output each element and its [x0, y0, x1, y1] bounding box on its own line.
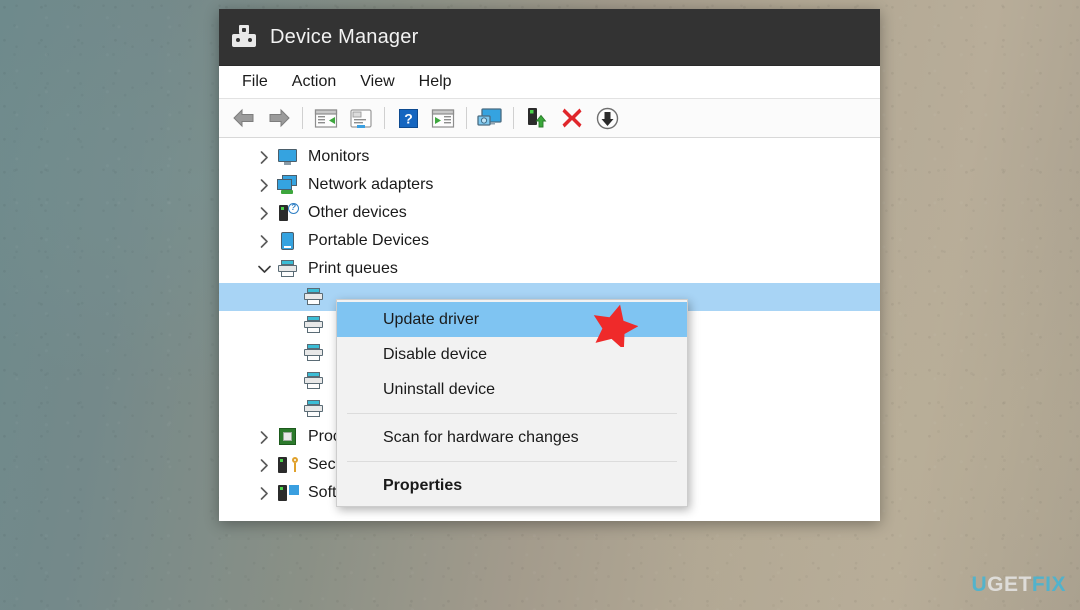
properties-button[interactable] [344, 103, 378, 133]
software-component-icon [277, 483, 299, 503]
scan-hardware-changes-button[interactable] [473, 103, 507, 133]
action-pane-icon [431, 108, 455, 128]
chevron-right-icon[interactable] [255, 486, 273, 500]
chevron-right-icon[interactable] [255, 234, 273, 248]
watermark-part-3: FIX [1031, 573, 1066, 596]
tree-node-network-adapters[interactable]: Network adapters [219, 171, 880, 199]
help-button[interactable]: ? [391, 103, 425, 133]
properties-window-icon [350, 108, 372, 128]
tree-node-portable-devices[interactable]: Portable Devices [219, 227, 880, 255]
menu-item-action[interactable]: Action [280, 70, 348, 94]
chevron-down-icon[interactable] [255, 265, 273, 274]
context-menu-separator [347, 461, 677, 462]
chevron-right-icon[interactable] [255, 206, 273, 220]
back-button[interactable] [227, 103, 261, 133]
desktop-background: Device Manager File Action View Help ? M… [0, 0, 1080, 610]
toolbar: ? [219, 99, 880, 138]
processor-icon [277, 427, 299, 447]
back-arrow-icon [233, 108, 254, 128]
question-mark-icon: ? [398, 108, 418, 128]
portable-device-icon [277, 231, 299, 251]
network-adapter-icon [277, 175, 299, 195]
computer-scan-icon [477, 108, 502, 126]
tree-node-label: Other devices [308, 204, 407, 221]
monitor-icon [277, 147, 299, 167]
printer-icon [303, 371, 325, 391]
other-device-icon: ? [277, 203, 299, 223]
forward-arrow-icon [269, 108, 290, 128]
tree-node-print-queues[interactable]: Print queues [219, 255, 880, 283]
context-menu-separator [347, 413, 677, 414]
tree-node-label: Portable Devices [308, 232, 429, 249]
chevron-right-icon[interactable] [255, 178, 273, 192]
menu-bar: File Action View Help [219, 66, 880, 99]
disable-device-button[interactable] [590, 103, 624, 133]
tree-node-other-devices[interactable]: ? Other devices [219, 199, 880, 227]
printer-icon [303, 399, 325, 419]
watermark-part-2: GET [987, 573, 1032, 596]
chevron-right-icon[interactable] [255, 430, 273, 444]
printer-icon [303, 343, 325, 363]
menu-item-file[interactable]: File [230, 70, 280, 94]
context-menu-item-scan-for-hardware-changes[interactable]: Scan for hardware changes [337, 420, 687, 455]
tree-node-label: Network adapters [308, 176, 434, 193]
tree-node-label: Monitors [308, 148, 370, 165]
watermark-part-1: U [971, 573, 988, 596]
show-hide-console-tree-button[interactable] [309, 103, 343, 133]
printer-icon [277, 259, 299, 279]
menu-item-help[interactable]: Help [407, 70, 464, 94]
forward-button[interactable] [262, 103, 296, 133]
window-title-bar: Device Manager [219, 9, 880, 66]
tree-node-label: Print queues [308, 260, 398, 277]
console-tree-icon [314, 108, 338, 128]
show-hide-action-pane-button[interactable] [426, 103, 460, 133]
red-star-annotation [592, 303, 639, 350]
update-driver-button[interactable] [520, 103, 554, 133]
context-menu-item-uninstall-device[interactable]: Uninstall device [337, 372, 687, 407]
update-driver-icon [528, 108, 547, 128]
red-x-icon [562, 108, 582, 128]
menu-item-view[interactable]: View [348, 70, 406, 94]
toolbar-separator [513, 107, 514, 129]
down-arrow-circle-icon [596, 107, 618, 129]
svg-text:?: ? [404, 110, 413, 126]
security-device-icon [277, 455, 299, 475]
printer-icon [303, 315, 325, 335]
tree-node-monitors[interactable]: Monitors [219, 143, 880, 171]
device-manager-icon [232, 25, 256, 49]
context-menu-item-properties[interactable]: Properties [337, 468, 687, 503]
chevron-right-icon[interactable] [255, 150, 273, 164]
printer-icon [303, 287, 325, 307]
ugetfix-watermark: UGETFIX [971, 573, 1066, 597]
toolbar-separator [466, 107, 467, 129]
toolbar-separator [384, 107, 385, 129]
uninstall-device-button[interactable] [555, 103, 589, 133]
chevron-right-icon[interactable] [255, 458, 273, 472]
toolbar-separator [302, 107, 303, 129]
window-title: Device Manager [270, 25, 419, 48]
